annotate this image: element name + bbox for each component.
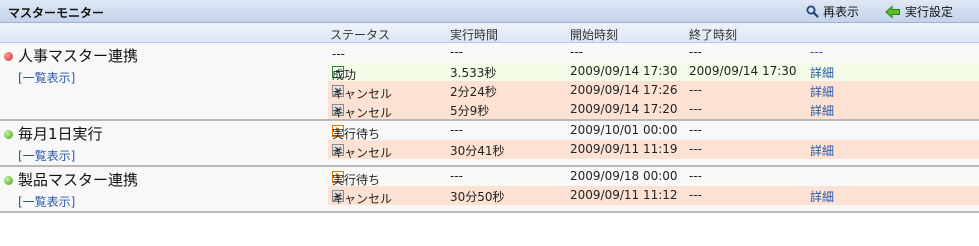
detail-link[interactable]: 詳細 (810, 102, 834, 119)
start-time-cell: 2009/09/14 17:26 (570, 83, 678, 97)
refresh-button[interactable]: 再表示 (806, 3, 859, 20)
column-exec-time: 実行時間 (450, 28, 499, 42)
monitor-groups: 人事マスター連携 [一覧表示] --- --- --- --- --- 成功 3.533秒 200… (0, 43, 979, 213)
search-icon (806, 5, 819, 18)
exec-time-cell: 30分41秒 (450, 144, 505, 158)
start-time-cell: 2009/10/01 00:00 (570, 123, 678, 137)
status-text: キャンセル (332, 146, 393, 160)
history-row: 実行待ち --- 2009/09/18 00:00 --- (328, 167, 979, 187)
history-row: キャンセル 30分41秒 2009/09/11 11:19 --- 詳細 (328, 140, 979, 160)
status-dot-icon (4, 52, 13, 61)
title-bar: マスターモニター 再表示 実行設定 (0, 0, 979, 23)
end-time-cell: --- (689, 169, 702, 183)
history-row: キャンセル 5分9秒 2009/09/14 17:20 --- 詳細 (328, 100, 979, 120)
job-group: 人事マスター連携 [一覧表示] --- --- --- --- --- 成功 3.533秒 200… (0, 43, 979, 121)
column-header: ステータス 実行時間 開始時刻 終了時刻 (0, 23, 979, 43)
exec-time-cell: 5分9秒 (450, 104, 490, 118)
status-text: --- (332, 47, 345, 61)
exec-time-cell: --- (450, 123, 463, 137)
detail-link[interactable]: 詳細 (810, 83, 834, 100)
column-status: ステータス (330, 28, 391, 42)
end-time-cell: --- (689, 102, 702, 116)
list-view-link[interactable]: [一覧表示] (18, 193, 75, 210)
start-time-cell: 2009/09/14 17:30 (570, 64, 678, 78)
history-row: キャンセル 2分24秒 2009/09/14 17:26 --- 詳細 (328, 81, 979, 101)
detail-link: --- (810, 45, 823, 59)
history-row: キャンセル 30分50秒 2009/09/11 11:12 --- 詳細 (328, 186, 979, 206)
list-view-link[interactable]: [一覧表示] (18, 69, 75, 86)
end-time-cell: --- (689, 45, 702, 59)
arrow-left-icon (885, 4, 901, 19)
end-time-cell: --- (689, 83, 702, 97)
job-group: 製品マスター連携 [一覧表示] 実行待ち --- 2009/09/18 00:00 ---… (0, 167, 979, 213)
settings-label: 実行設定 (905, 5, 954, 19)
start-time-cell: 2009/09/14 17:20 (570, 102, 678, 116)
exec-time-cell: 3.533秒 (450, 66, 497, 80)
detail-link[interactable]: 詳細 (810, 188, 834, 205)
job-name: 人事マスター連携 (18, 47, 139, 65)
history-row: 成功 3.533秒 2009/09/14 17:30 2009/09/14 17:30… (328, 62, 979, 82)
job-name: 製品マスター連携 (18, 171, 139, 189)
job-group: 毎月1日実行 [一覧表示] 実行待ち --- 2009/10/01 00:00 --- キャ… (0, 121, 979, 167)
exec-time-cell: --- (450, 169, 463, 183)
start-time-cell: 2009/09/11 11:12 (570, 188, 678, 202)
start-time-cell: 2009/09/11 11:19 (570, 142, 678, 156)
status-text: キャンセル (332, 192, 393, 206)
end-time-cell: --- (689, 123, 702, 137)
exec-time-cell: 2分24秒 (450, 85, 497, 99)
detail-link[interactable]: 詳細 (810, 64, 834, 81)
exec-time-cell: --- (450, 45, 463, 59)
job-name: 毎月1日実行 (18, 125, 103, 143)
start-time-cell: 2009/09/18 00:00 (570, 169, 678, 183)
page-title: マスターモニター (8, 6, 105, 20)
list-view-link[interactable]: [一覧表示] (18, 147, 75, 164)
refresh-label: 再表示 (823, 5, 860, 19)
column-end-time: 終了時刻 (689, 28, 738, 42)
end-time-cell: 2009/09/14 17:30 (689, 64, 797, 78)
status-text: キャンセル (332, 106, 393, 120)
status-dot-icon (4, 176, 13, 185)
start-time-cell: --- (570, 45, 583, 59)
history-row: 実行待ち --- 2009/10/01 00:00 --- (328, 121, 979, 141)
settings-button[interactable]: 実行設定 (885, 3, 953, 20)
detail-link[interactable]: 詳細 (810, 142, 834, 159)
exec-time-cell: 30分50秒 (450, 190, 505, 204)
end-time-cell: --- (689, 188, 702, 202)
status-dot-icon (4, 130, 13, 139)
history-row: --- --- --- --- --- (328, 43, 979, 62)
end-time-cell: --- (689, 142, 702, 156)
column-start-time: 開始時刻 (570, 28, 619, 42)
